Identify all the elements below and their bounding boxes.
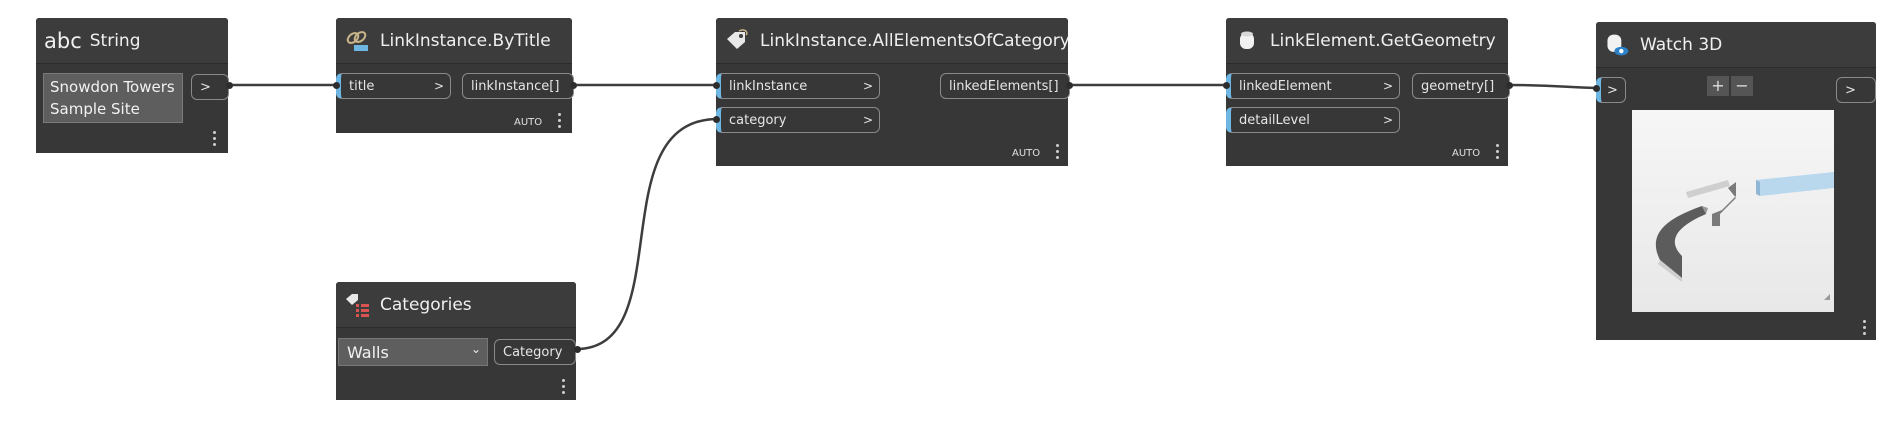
title-input-label: title	[349, 78, 375, 94]
wire-category-to-category	[575, 117, 719, 351]
linkinstance-output-label: linkInstance[]	[471, 78, 560, 94]
getgeometry-output-socket[interactable]	[1506, 82, 1513, 89]
linkinstance-bytitle-node[interactable]: LinkInstance.ByTitle title > linkInstanc…	[336, 18, 574, 133]
string-node-title: String	[89, 30, 141, 51]
lacing-label: AUTO	[1452, 148, 1481, 159]
allelements-node-header[interactable]: LinkInstance.AllElementsOfCategory	[716, 18, 1070, 64]
category-output-port[interactable]: Category	[494, 339, 576, 365]
title-input-port[interactable]: title >	[336, 73, 451, 99]
categories-list-icon	[344, 292, 370, 318]
linkedelements-output-port[interactable]: linkedElements[]	[940, 73, 1070, 99]
category-output-label: Category	[503, 344, 563, 360]
watch3d-node-title: Watch 3D	[1640, 34, 1723, 55]
string-node[interactable]: abc String Snowdon Towers Sample Site >	[36, 18, 229, 153]
geometry-output-port[interactable]: geometry[]	[1412, 73, 1510, 99]
allelements-output-socket[interactable]	[1066, 82, 1073, 89]
category-dropdown-value: Walls	[347, 342, 389, 362]
getgeometry-node[interactable]: LinkElement.GetGeometry linkedElement > …	[1226, 18, 1510, 166]
chevron-right-icon: >	[433, 79, 444, 93]
linkinstance-output-port[interactable]: linkInstance[]	[462, 73, 574, 99]
watch3d-output-port[interactable]: >	[1836, 77, 1876, 103]
wire-geometry-to-watch	[1507, 83, 1601, 90]
category-input-port[interactable]: category >	[716, 107, 880, 133]
chevron-right-icon: >	[1382, 79, 1393, 93]
allelementsofcategory-node[interactable]: LinkInstance.AllElementsOfCategory linkI…	[716, 18, 1070, 166]
chevron-right-icon: >	[862, 113, 873, 127]
chevron-right-icon: >	[862, 79, 873, 93]
allelements-node-title: LinkInstance.AllElementsOfCategory	[760, 30, 1070, 51]
3d-preview-viewport[interactable]	[1632, 110, 1834, 312]
chevron-down-icon: ⌄	[470, 342, 481, 356]
chevron-right-icon: >	[1382, 113, 1393, 127]
linkedelement-input-label: linkedElement	[1239, 78, 1332, 94]
getgeometry-node-title: LinkElement.GetGeometry	[1270, 30, 1496, 51]
category-dropdown[interactable]: Walls ⌄	[338, 338, 488, 366]
abc-icon: abc	[44, 28, 82, 53]
categories-node-title: Categories	[380, 294, 472, 315]
output-chevron: >	[200, 79, 211, 95]
categories-node-header[interactable]: Categories	[336, 282, 576, 328]
allelements-input-socket-1[interactable]	[713, 82, 720, 89]
allelements-input-socket-2[interactable]	[713, 116, 720, 123]
bytitle-node-title: LinkInstance.ByTitle	[380, 30, 551, 51]
lacing-label: AUTO	[1012, 148, 1041, 159]
linkedelements-output-label: linkedElements[]	[949, 78, 1059, 94]
wall-geometry-preview	[1655, 172, 1834, 300]
categories-output-socket[interactable]	[574, 346, 581, 353]
watch-eye-icon	[1604, 32, 1630, 58]
watch3d-node[interactable]: Watch 3D > > + −	[1596, 22, 1876, 340]
node-menu-icon[interactable]	[1056, 144, 1060, 162]
zoom-out-button[interactable]: −	[1731, 76, 1753, 96]
chevron-right-icon: >	[1845, 82, 1856, 98]
node-menu-icon[interactable]	[1496, 144, 1500, 162]
string-node-header[interactable]: abc String	[36, 18, 228, 64]
getgeometry-node-header[interactable]: LinkElement.GetGeometry	[1226, 18, 1508, 64]
bytitle-input-socket[interactable]	[333, 82, 340, 89]
string-output-socket[interactable]	[226, 82, 233, 89]
category-input-label: category	[729, 112, 787, 128]
node-menu-icon[interactable]	[1863, 320, 1867, 338]
linkinstance-input-port[interactable]: linkInstance >	[716, 73, 880, 99]
getgeometry-input-socket[interactable]	[1223, 82, 1230, 89]
node-menu-icon[interactable]	[562, 379, 566, 397]
node-menu-icon[interactable]	[213, 131, 217, 149]
detaillevel-input-port[interactable]: detailLevel >	[1226, 107, 1400, 133]
watch3d-input-port[interactable]: >	[1596, 77, 1626, 103]
watch3d-node-header[interactable]: Watch 3D	[1596, 22, 1876, 68]
linkinstance-input-label: linkInstance	[729, 78, 808, 94]
linkedelement-input-port[interactable]: linkedElement >	[1226, 73, 1400, 99]
string-output-port[interactable]: >	[191, 74, 229, 100]
categories-node[interactable]: Categories Walls ⌄ Category	[336, 282, 576, 400]
watch3d-input-socket[interactable]	[1593, 85, 1600, 92]
detaillevel-input-label: detailLevel	[1239, 112, 1310, 128]
geometry-output-label: geometry[]	[1421, 78, 1495, 94]
string-value-field[interactable]: Snowdon Towers Sample Site	[43, 73, 183, 123]
bytitle-node-header[interactable]: LinkInstance.ByTitle	[336, 18, 572, 64]
node-menu-icon[interactable]	[558, 113, 562, 131]
lacing-label: AUTO	[514, 117, 543, 128]
bytitle-output-socket[interactable]	[570, 82, 577, 89]
chevron-right-icon: >	[1607, 82, 1618, 98]
link-chain-icon	[344, 28, 370, 54]
tag-icon	[724, 28, 750, 54]
geometry-cylinder-icon	[1234, 28, 1260, 54]
zoom-in-button[interactable]: +	[1707, 76, 1729, 96]
